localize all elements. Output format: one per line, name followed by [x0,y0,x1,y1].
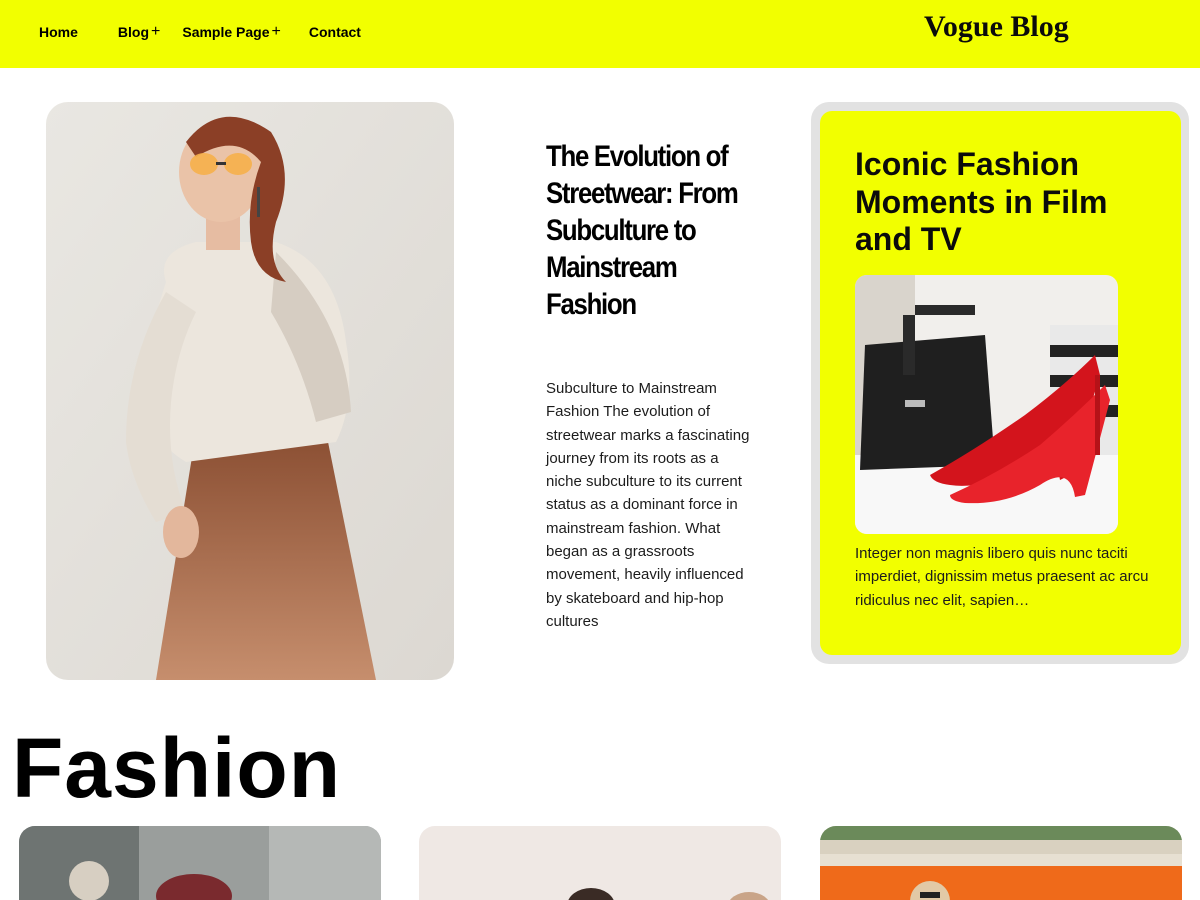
side-card-excerpt: Integer non magnis libero quis nunc taci… [855,545,1149,609]
section-heading: Fashion [12,721,342,815]
nav-item-blog[interactable]: Blog + [118,23,160,41]
nav-label: Blog [117,24,150,40]
main-nav: Home Blog + Sample Page + Contact [39,23,361,41]
featured-post-image[interactable] [46,102,454,680]
nav-label: Contact [308,24,361,40]
thumbnail-photo [19,826,381,900]
nav-item-home[interactable]: Home [39,24,78,40]
nav-item-contact[interactable]: Contact [309,24,361,40]
plus-icon[interactable]: + [151,23,160,41]
nav-item-sample-page[interactable]: Sample Page + [182,23,281,41]
thumbnail-photo [419,826,781,900]
nav-label: Home [39,24,78,40]
bag-and-heels-illustration [855,275,1118,534]
site-header: Home Blog + Sample Page + Contact Vogue … [0,0,1200,68]
side-card-title[interactable]: Iconic Fashion Moments in Film and TV [855,146,1155,259]
side-card-image[interactable] [855,275,1118,534]
post-thumbnail[interactable] [19,826,381,900]
woman-photo-illustration [46,102,454,680]
featured-post-title[interactable]: The Evolution of Streetwear: From Subcul… [546,138,744,323]
post-thumbnail[interactable] [820,826,1182,900]
nav-label: Sample Page [182,24,270,40]
post-thumbnail[interactable] [419,826,781,900]
thumbnail-photo [820,826,1182,900]
featured-post-excerpt: Subculture to Mainstream Fashion The evo… [546,380,750,630]
plus-icon[interactable]: + [272,23,281,41]
site-title[interactable]: Vogue Blog [924,10,1069,44]
